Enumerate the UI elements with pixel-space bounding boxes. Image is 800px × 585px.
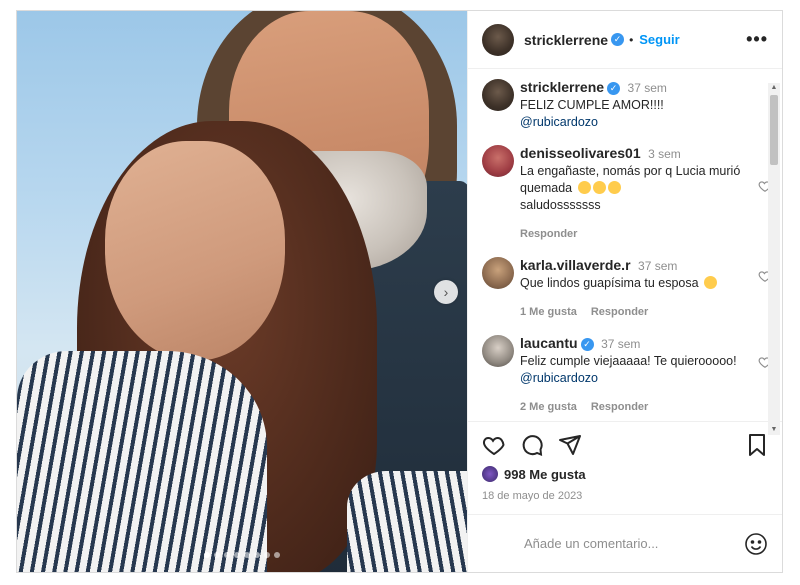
post-modal: › stricklerrene ✓ • Seguir ••• strickler…: [16, 10, 783, 573]
post-side-panel: stricklerrene ✓ • Seguir ••• stricklerre…: [467, 11, 782, 572]
photo-woman-face: [105, 141, 285, 361]
comment-input[interactable]: [524, 536, 744, 551]
post-header: stricklerrene ✓ • Seguir •••: [468, 11, 782, 69]
save-bookmark-icon[interactable]: [746, 433, 768, 457]
comment-text: La engañaste, nomás por q Lucia murió qu…: [520, 164, 741, 195]
comment-text: Feliz cumple viejaaaaa! Te quierooooo!: [520, 354, 737, 368]
comment-bubble-icon[interactable]: [520, 433, 544, 457]
comment-time[interactable]: 37 sem: [601, 337, 640, 351]
likes-count-button[interactable]: 1 Me gusta: [520, 304, 577, 321]
list-item: denisseolivares01 3 sem La engañaste, no…: [482, 145, 772, 243]
verified-badge-icon: ✓: [611, 33, 625, 46]
likes-count-button[interactable]: 2 Me gusta: [520, 399, 577, 416]
comment-text: Que lindos guapísima tu esposa: [520, 276, 699, 290]
list-item: laucantu ✓ 37 sem Feliz cumple viejaaaaa!…: [482, 335, 772, 416]
reply-button[interactable]: Responder: [591, 304, 648, 321]
reply-button[interactable]: Responder: [520, 226, 577, 243]
more-options-icon[interactable]: •••: [746, 29, 768, 50]
comment-mention[interactable]: @rubicardozo: [520, 371, 598, 385]
verified-badge-icon: ✓: [607, 82, 621, 96]
carousel-dot: [224, 552, 230, 558]
post-actions: 998 Me gusta 18 de mayo de 2023: [468, 421, 782, 502]
list-item: karla.villaverde.r 37 sem Que lindos gua…: [482, 257, 772, 321]
carousel-dot: [234, 552, 240, 558]
avatar[interactable]: [482, 79, 514, 111]
verified-badge-icon: ✓: [580, 338, 594, 352]
owner-username[interactable]: stricklerrene: [524, 32, 608, 48]
avatar[interactable]: [482, 23, 514, 56]
separator-dot: •: [629, 32, 634, 47]
likes-count[interactable]: 998 Me gusta: [482, 466, 768, 482]
carousel-next-button[interactable]: ›: [434, 280, 458, 304]
post-owner: stricklerrene ✓ • Seguir: [524, 32, 680, 48]
reply-button[interactable]: Responder: [591, 399, 648, 416]
comments-scrollbar[interactable]: ▲ ▼: [768, 83, 780, 435]
comment-text-tail: saludosssssss: [520, 198, 601, 212]
post-date[interactable]: 18 de mayo de 2023: [482, 490, 768, 502]
comment-username[interactable]: karla.villaverde.r: [520, 257, 631, 273]
comment-time[interactable]: 3 sem: [648, 147, 681, 161]
liker-avatar: [482, 466, 498, 482]
comment-username[interactable]: denisseolivares01: [520, 145, 641, 161]
post-photo[interactable]: ›: [17, 11, 467, 572]
share-paper-plane-icon[interactable]: [558, 433, 582, 457]
carousel-dot: [204, 552, 210, 558]
comment-username[interactable]: laucantu: [520, 335, 578, 351]
emoji-picker-icon[interactable]: [744, 532, 768, 556]
comment-text: FELIZ CUMPLE AMOR!!!!: [520, 98, 664, 112]
grinning-emoji-icon: [607, 181, 621, 194]
list-item: stricklerrene ✓ 37 sem FELIZ CUMPLE AMOR!…: [482, 79, 754, 131]
kissing-emoji-icon: [704, 276, 718, 289]
scroll-up-arrow-icon[interactable]: ▲: [768, 83, 780, 93]
grinning-emoji-icon: [592, 181, 606, 194]
add-comment-bar: [468, 514, 782, 572]
carousel-dot: [264, 552, 270, 558]
comment-mention[interactable]: @rubicardozo: [520, 114, 754, 131]
carousel-dots: [17, 552, 467, 558]
photo-woman-striped-shirt: [17, 351, 267, 572]
comment-username[interactable]: stricklerrene: [520, 79, 604, 95]
likes-text[interactable]: 998 Me gusta: [504, 467, 586, 482]
carousel-dot: [214, 552, 220, 558]
carousel-dot: [244, 552, 250, 558]
scrollbar-thumb[interactable]: [770, 95, 778, 165]
comment-time[interactable]: 37 sem: [628, 81, 667, 95]
comments-list[interactable]: stricklerrene ✓ 37 sem FELIZ CUMPLE AMOR!…: [468, 69, 782, 421]
like-heart-icon[interactable]: [482, 433, 506, 457]
frowning-emoji-icon: [577, 181, 591, 194]
avatar[interactable]: [482, 335, 514, 367]
avatar[interactable]: [482, 257, 514, 289]
carousel-dot: [274, 552, 280, 558]
follow-button[interactable]: Seguir: [639, 32, 679, 47]
avatar[interactable]: [482, 145, 514, 177]
comment-time[interactable]: 37 sem: [638, 259, 677, 273]
scroll-down-arrow-icon[interactable]: ▼: [768, 425, 780, 435]
carousel-dot: [254, 552, 260, 558]
